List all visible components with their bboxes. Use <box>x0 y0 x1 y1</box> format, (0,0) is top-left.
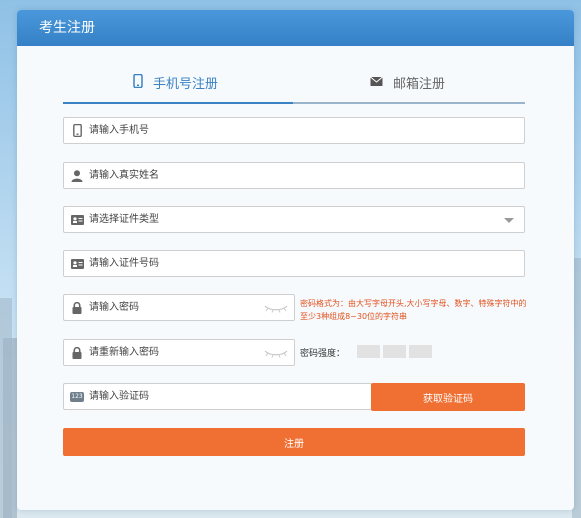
get-code-button[interactable]: 获取验证码 <box>371 383 525 411</box>
eye-closed-icon[interactable] <box>264 298 288 317</box>
id-number-input[interactable] <box>89 253 524 274</box>
active-tab-indicator <box>63 102 293 104</box>
password-format-hint: 密码格式为：由大写字母开头,大小写字母、数字、特殊字符中的至少3种组成8~30位… <box>300 299 527 321</box>
user-icon <box>70 169 84 183</box>
envelope-icon <box>370 74 383 96</box>
verification-code-field[interactable]: 123 <box>63 383 372 410</box>
panel-title: 考生注册 <box>17 10 574 46</box>
phone-icon <box>133 73 143 96</box>
lock-icon <box>70 346 84 360</box>
phone-field[interactable] <box>63 117 525 144</box>
tab-label: 手机号注册 <box>153 77 219 92</box>
confirm-password-field[interactable] <box>63 339 295 366</box>
code-icon: 123 <box>70 391 84 402</box>
strength-bar-weak <box>357 345 380 358</box>
phone-icon <box>70 124 84 138</box>
strength-bar-medium <box>383 345 406 358</box>
tab-email-register[interactable]: 邮箱注册 <box>370 74 445 102</box>
verification-code-input[interactable] <box>89 386 371 407</box>
name-field[interactable] <box>63 162 525 189</box>
name-input[interactable] <box>89 165 524 186</box>
tab-bar: 手机号注册 邮箱注册 <box>63 73 525 104</box>
phone-input[interactable] <box>89 120 524 141</box>
confirm-password-input[interactable] <box>89 342 264 363</box>
eye-closed-icon[interactable] <box>264 343 288 362</box>
strength-bar-strong <box>409 345 432 358</box>
lock-icon <box>70 301 84 315</box>
password-field[interactable] <box>63 294 295 321</box>
id-type-input[interactable] <box>89 209 524 230</box>
tab-phone-register[interactable]: 手机号注册 <box>133 73 219 102</box>
tab-label: 邮箱注册 <box>393 77 446 92</box>
password-strength-label: 密码强度： <box>300 349 346 359</box>
id-type-select[interactable] <box>63 206 525 233</box>
password-input[interactable] <box>89 297 264 318</box>
registration-panel: 考生注册 手机号注册 邮箱注册 请输入手机号 请输入真实姓名 请选择证件类型 请… <box>17 10 574 510</box>
id-card-icon <box>70 257 84 271</box>
id-card-icon <box>70 213 84 227</box>
register-button[interactable]: 注册 <box>63 428 525 456</box>
chevron-down-icon[interactable] <box>504 218 514 223</box>
background-building <box>3 338 17 518</box>
id-number-field[interactable] <box>63 250 525 277</box>
